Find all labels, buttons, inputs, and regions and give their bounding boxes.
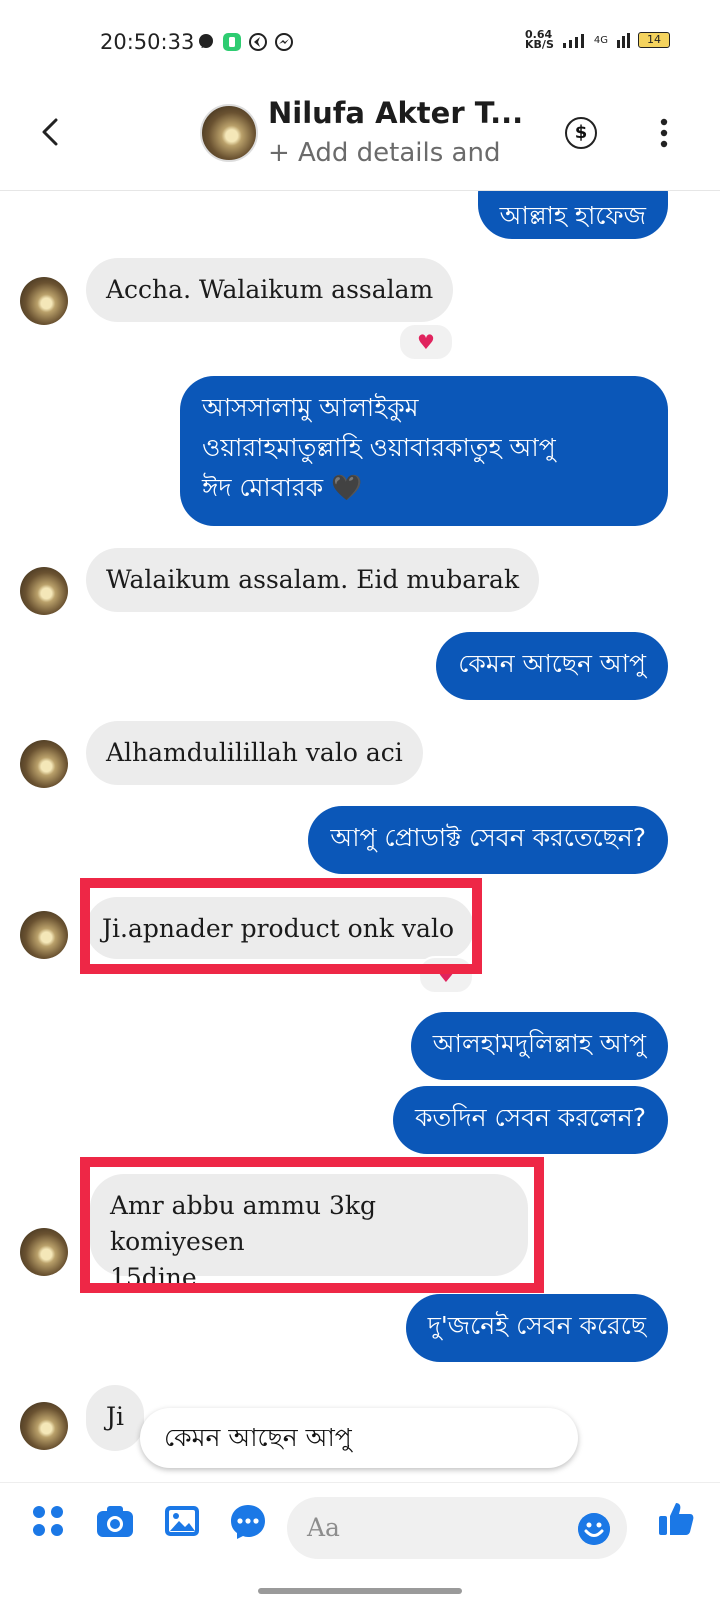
sender-avatar — [20, 740, 68, 788]
signal-2-icon — [617, 33, 630, 48]
emoji-icon[interactable] — [578, 1513, 610, 1545]
messenger-notification-icon — [275, 33, 293, 51]
dollar-icon[interactable]: $ — [565, 117, 597, 149]
message-input[interactable]: Aa — [287, 1497, 627, 1559]
gallery-icon[interactable] — [162, 1501, 202, 1541]
message-outgoing[interactable]: আসসালামু আলাইকুম ওয়ারাহমাতুল্লাহি ওয়াব… — [180, 376, 668, 526]
chat-header: Nilufa Akter T... + Add details and $ — [0, 90, 720, 191]
heart-reaction-icon: ♥ — [417, 330, 435, 354]
highlight-box — [80, 1157, 544, 1293]
back-arrow-icon[interactable] — [34, 112, 66, 152]
battery-icon: 14 — [638, 32, 670, 48]
message-outgoing[interactable]: আল্লাহ হাফেজ — [477, 190, 668, 239]
highlight-box — [80, 878, 482, 974]
contact-avatar[interactable] — [200, 104, 258, 162]
navigation-notification-icon — [249, 33, 267, 51]
camera-icon[interactable] — [95, 1501, 135, 1541]
reaction-badge[interactable]: ♥ — [398, 323, 454, 361]
network-type: 4G — [593, 34, 608, 46]
message-outgoing[interactable]: আপু প্রোডাক্ট সেবন করতেছেন? — [308, 806, 668, 874]
chat-notification-icon — [199, 34, 213, 48]
message-incoming[interactable]: Alhamdulilillah valo aci — [86, 721, 423, 785]
like-icon[interactable] — [656, 1499, 696, 1539]
composer-bar: Aa — [0, 1482, 720, 1563]
messenger-icon[interactable] — [228, 1501, 268, 1541]
sender-avatar — [20, 1228, 68, 1276]
signal-icon — [562, 34, 584, 48]
message-outgoing[interactable]: আলহামদুলিল্লাহ আপু — [410, 1012, 668, 1080]
add-details-link[interactable]: + Add details and — [268, 138, 500, 168]
notification-icons — [196, 32, 294, 52]
home-indicator[interactable] — [258, 1588, 462, 1594]
sender-avatar — [20, 567, 68, 615]
message-incoming[interactable]: Ji — [86, 1385, 145, 1451]
reply-suggestion[interactable]: কেমন আছেন আপু — [140, 1408, 578, 1468]
message-list[interactable]: আল্লাহ হাফেজ Accha. Walaikum assalam ♥ আ… — [0, 190, 720, 1480]
status-bar: 20:50:33 0.64 KB/S 4G 14 — [0, 0, 720, 90]
sender-avatar — [20, 911, 68, 959]
message-incoming[interactable]: Accha. Walaikum assalam — [86, 258, 454, 322]
message-incoming[interactable]: Walaikum assalam. Eid mubarak — [86, 548, 540, 612]
sender-avatar — [20, 277, 68, 325]
net-speed: 0.64 KB/S — [525, 28, 554, 51]
status-right: 0.64 KB/S 4G 14 — [525, 28, 670, 51]
message-outgoing[interactable]: দু'জনেই সেবন করেছে — [405, 1294, 668, 1362]
apps-grid-icon[interactable] — [28, 1501, 68, 1541]
app-notification-icon — [223, 33, 241, 51]
contact-name[interactable]: Nilufa Akter T... — [268, 96, 523, 130]
message-outgoing[interactable]: কতদিন সেবন করলেন? — [393, 1086, 668, 1154]
sender-avatar — [20, 1402, 68, 1450]
more-options-icon[interactable] — [660, 116, 668, 150]
status-time: 20:50:33 — [100, 30, 195, 54]
message-outgoing[interactable]: কেমন আছেন আপু — [436, 632, 668, 700]
